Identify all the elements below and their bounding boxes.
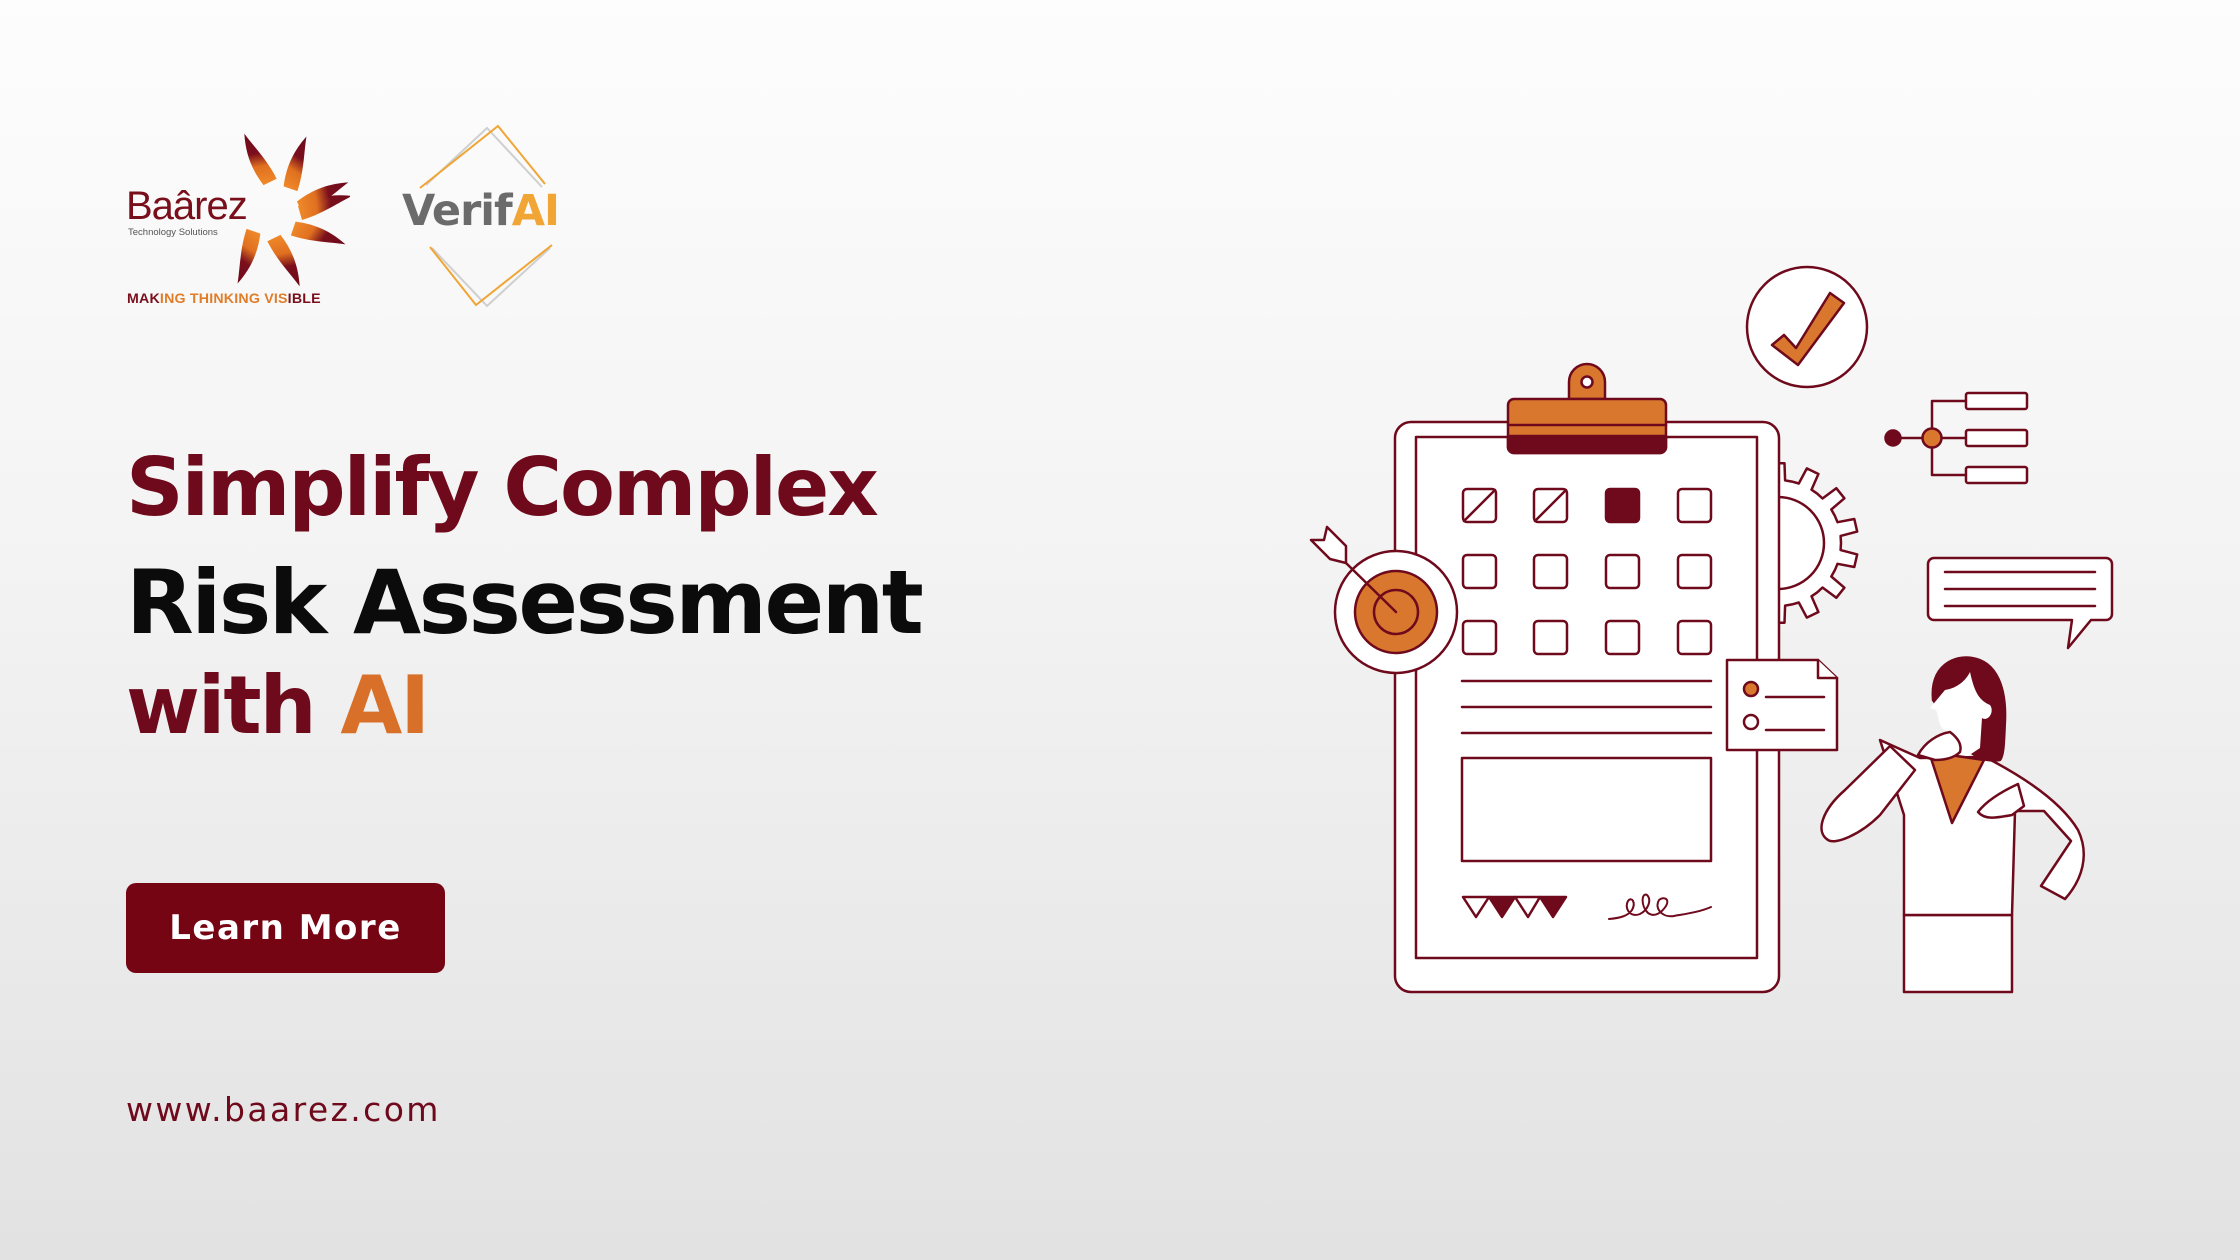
checkbox-empty: [1676, 553, 1713, 590]
checkmark-icon: [1745, 265, 1869, 389]
checkbox-empty: [1676, 619, 1713, 656]
checkbox-empty: [1676, 487, 1713, 524]
risk-assessment-illustration: [1309, 265, 2114, 994]
checkbox-empty: [1604, 619, 1641, 656]
checkbox-empty: [1461, 619, 1498, 656]
checkbox-empty: [1604, 553, 1641, 590]
checkbox-empty: [1532, 553, 1569, 590]
person-icon: [1820, 656, 2085, 994]
checkbox-empty: [1461, 553, 1498, 590]
speech-bubble-icon: [1926, 556, 2114, 650]
document-box: [1460, 756, 1713, 863]
clipboard-icon: [1393, 362, 1781, 994]
note-card-icon: [1725, 658, 1839, 752]
tree-diagram-icon: [1884, 391, 2029, 485]
checkbox-filled: [1604, 487, 1641, 524]
checkbox-empty: [1532, 619, 1569, 656]
